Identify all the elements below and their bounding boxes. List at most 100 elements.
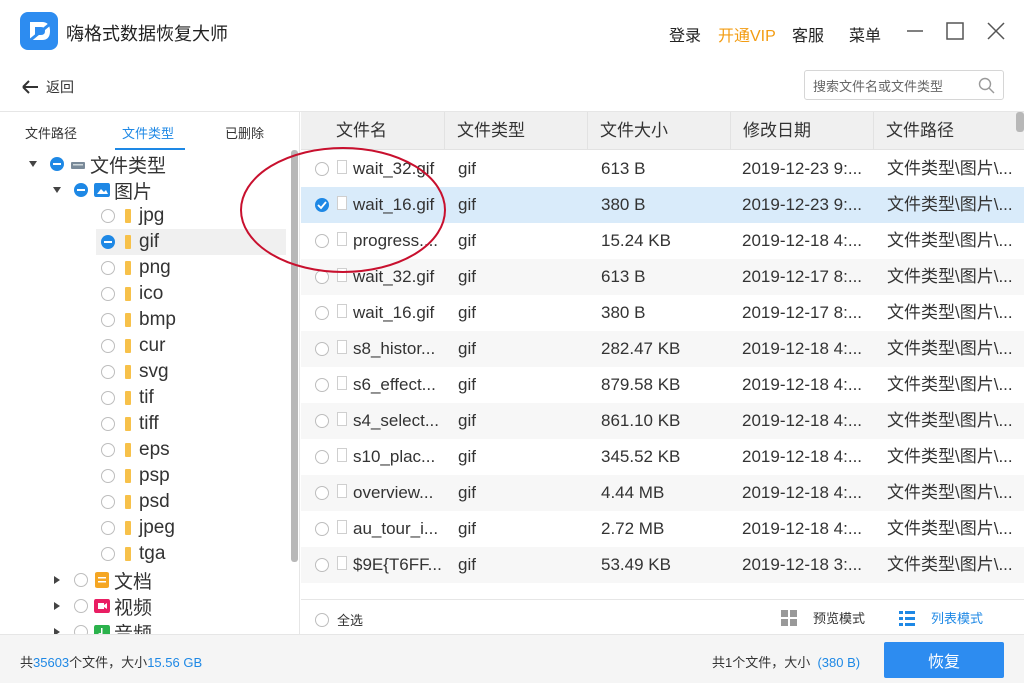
table-scrollbar[interactable] — [1016, 112, 1024, 132]
row-checkbox[interactable] — [315, 198, 329, 212]
minimize-icon[interactable] — [902, 18, 928, 44]
table-row[interactable]: wait_32.gif gif 613 B 2019-12-23 9:... 文件类型\… — [301, 151, 1024, 187]
col-size[interactable]: 文件大小 — [588, 112, 731, 150]
tree-audio-checkbox[interactable] — [74, 625, 88, 634]
table-row[interactable]: s4_select... gif 861.10 KB 2019-12-18 4:...… — [301, 403, 1024, 439]
tree-type-checkbox[interactable] — [101, 547, 115, 561]
tree-type-gif[interactable]: gif — [96, 229, 286, 255]
recover-button[interactable]: 恢复 — [884, 642, 1004, 678]
row-checkbox[interactable] — [315, 234, 329, 248]
cell-path: 文件类型\图片\... — [887, 267, 1013, 286]
tree-root[interactable]: 文件类型 — [28, 151, 166, 177]
tree-type-checkbox[interactable] — [101, 235, 115, 249]
tree-type-checkbox[interactable] — [101, 287, 115, 301]
maximize-icon[interactable] — [942, 18, 968, 44]
table-row[interactable]: wait_32.gif gif 613 B 2019-12-17 8:... 文件类型\… — [301, 259, 1024, 295]
tree-type-jpg[interactable]: jpg — [96, 203, 286, 229]
close-icon[interactable] — [983, 18, 1009, 44]
tree-type-checkbox[interactable] — [101, 443, 115, 457]
collapsed-arrow-icon[interactable] — [52, 575, 62, 585]
tree-documents[interactable]: 文档 — [52, 567, 152, 593]
folder-icon — [125, 547, 131, 561]
select-all-checkbox[interactable] — [315, 612, 329, 627]
tree-type-checkbox[interactable] — [101, 313, 115, 327]
search-icon[interactable] — [978, 77, 995, 94]
tree-videos[interactable]: 视频 — [52, 593, 152, 619]
expand-arrow-icon[interactable] — [52, 185, 62, 195]
cell-type: gif — [458, 339, 476, 358]
tree-type-checkbox[interactable] — [101, 339, 115, 353]
table-row[interactable]: progress.... gif 15.24 KB 2019-12-18 4:... 文… — [301, 223, 1024, 259]
tree-type-tga[interactable]: tga — [96, 541, 286, 567]
col-date[interactable]: 修改日期 — [731, 112, 874, 150]
tree-type-png[interactable]: png — [96, 255, 286, 281]
tree-type-cur[interactable]: cur — [96, 333, 286, 359]
tree-type-svg[interactable]: svg — [96, 359, 286, 385]
table-row[interactable]: $9E{T6FF... gif 53.49 KB 2019-12-18 3:... 文件… — [301, 547, 1024, 583]
preview-mode-button[interactable]: 预览模式 — [781, 608, 865, 627]
tree-type-eps[interactable]: eps — [96, 437, 286, 463]
folder-icon — [125, 417, 131, 431]
cell-path: 文件类型\图片\... — [887, 159, 1013, 178]
row-checkbox[interactable] — [315, 414, 329, 428]
vip-link[interactable]: 开通VIP — [718, 22, 776, 46]
row-checkbox[interactable] — [315, 270, 329, 284]
tree-type-psd[interactable]: psd — [96, 489, 286, 515]
col-type[interactable]: 文件类型 — [445, 112, 588, 150]
table-row[interactable]: s6_effect... gif 879.58 KB 2019-12-18 4:...… — [301, 367, 1024, 403]
table-row[interactable]: wait_16.gif gif 380 B 2019-12-23 9:... 文件类型\… — [301, 187, 1024, 223]
cell-type: gif — [458, 267, 476, 286]
tab-file-type[interactable]: 文件类型 — [122, 123, 174, 142]
tree-type-tif[interactable]: tif — [96, 385, 286, 411]
search-box[interactable] — [804, 70, 1004, 100]
tree-type-checkbox[interactable] — [101, 495, 115, 509]
tree-type-ico[interactable]: ico — [96, 281, 286, 307]
tree-type-psp[interactable]: psp — [96, 463, 286, 489]
tree-type-checkbox[interactable] — [101, 209, 115, 223]
table-row[interactable]: s8_histor... gif 282.47 KB 2019-12-18 4:...… — [301, 331, 1024, 367]
row-checkbox[interactable] — [315, 522, 329, 536]
row-checkbox[interactable] — [315, 342, 329, 356]
search-input[interactable] — [813, 76, 973, 96]
tree-type-checkbox[interactable] — [101, 365, 115, 379]
collapsed-arrow-icon[interactable] — [52, 627, 62, 634]
tree-root-checkbox[interactable] — [50, 157, 64, 171]
row-checkbox[interactable] — [315, 306, 329, 320]
tab-file-path[interactable]: 文件路径 — [25, 123, 77, 142]
tree-type-jpeg[interactable]: jpeg — [96, 515, 286, 541]
tree-type-checkbox[interactable] — [101, 391, 115, 405]
tree-type-checkbox[interactable] — [101, 469, 115, 483]
tree-audio[interactable]: 音频 — [52, 619, 152, 634]
service-link[interactable]: 客服 — [792, 22, 824, 46]
table-row[interactable]: au_tour_i... gif 2.72 MB 2019-12-18 4:... 文件… — [301, 511, 1024, 547]
tree-images-checkbox[interactable] — [74, 183, 88, 197]
tree-type-bmp[interactable]: bmp — [96, 307, 286, 333]
table-row[interactable]: s10_plac... gif 345.52 KB 2019-12-18 4:... 文… — [301, 439, 1024, 475]
list-mode-button[interactable]: 列表模式 — [899, 608, 983, 627]
tree-videos-checkbox[interactable] — [74, 599, 88, 613]
row-checkbox[interactable] — [315, 558, 329, 572]
collapsed-arrow-icon[interactable] — [52, 601, 62, 611]
tree-type-checkbox[interactable] — [101, 417, 115, 431]
row-checkbox[interactable] — [315, 486, 329, 500]
tree-type-checkbox[interactable] — [101, 261, 115, 275]
row-checkbox[interactable] — [315, 378, 329, 392]
table-row[interactable]: overview... gif 4.44 MB 2019-12-18 4:... 文件类… — [301, 475, 1024, 511]
row-checkbox[interactable] — [315, 162, 329, 176]
file-icon — [337, 340, 347, 354]
tree-type-tiff[interactable]: tiff — [96, 411, 286, 437]
tree-documents-checkbox[interactable] — [74, 573, 88, 587]
tab-deleted[interactable]: 已删除 — [225, 123, 264, 142]
col-path[interactable]: 文件路径 — [874, 112, 1024, 150]
menu-link[interactable]: 菜单 — [849, 22, 881, 46]
row-checkbox[interactable] — [315, 450, 329, 464]
tree-images[interactable]: 图片 — [52, 177, 152, 203]
table-row[interactable]: wait_16.gif gif 380 B 2019-12-17 8:... 文件类型\… — [301, 295, 1024, 331]
back-button[interactable]: 返回 — [20, 76, 74, 98]
select-all[interactable]: 全选 — [315, 610, 363, 629]
left-scrollbar[interactable] — [291, 150, 298, 562]
expand-arrow-icon[interactable] — [28, 159, 38, 169]
login-link[interactable]: 登录 — [669, 22, 701, 46]
tree-type-checkbox[interactable] — [101, 521, 115, 535]
col-name[interactable]: 文件名 — [301, 112, 445, 150]
